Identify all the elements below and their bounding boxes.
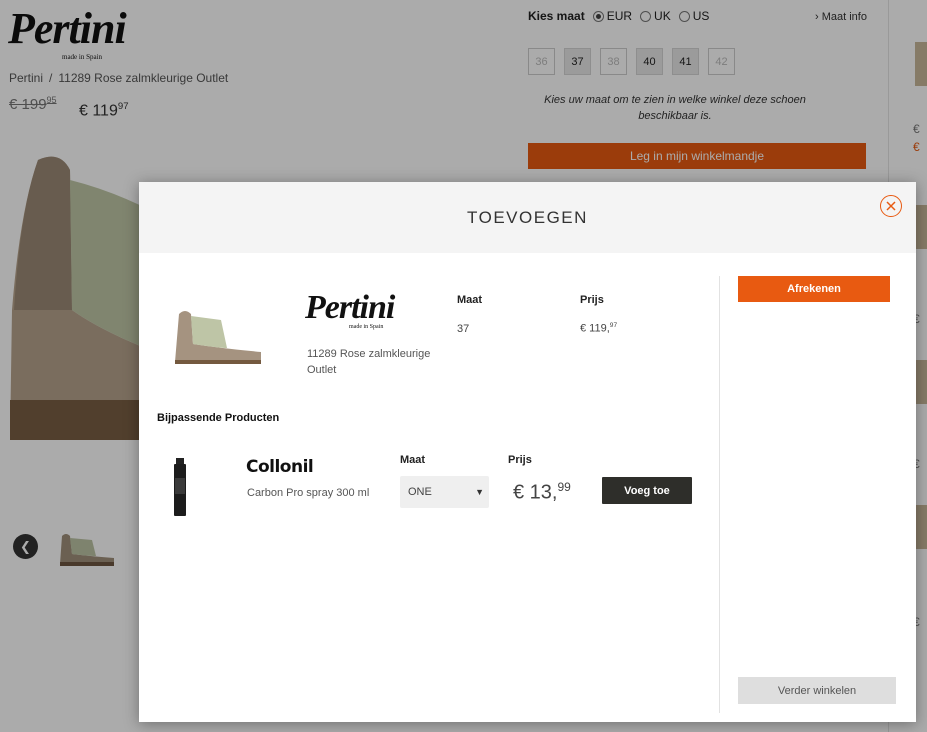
added-maat-value: 37 xyxy=(457,323,470,335)
added-product-brand-logo: Pertini made in Spain xyxy=(305,289,395,331)
related-price-label: Prijs xyxy=(508,454,532,466)
checkout-button[interactable]: Afrekenen xyxy=(738,276,890,302)
modal-title: TOEVOEGEN xyxy=(467,207,588,227)
added-price-label: Prijs xyxy=(580,294,604,306)
added-price-value: € 119,97 xyxy=(580,322,618,335)
related-product-name: Carbon Pro spray 300 ml xyxy=(247,487,370,499)
add-to-cart-modal: TOEVOEGEN Pertini made in Spain 11289 Ro… xyxy=(139,182,916,722)
added-maat-label: Maat xyxy=(457,294,483,306)
modal-header: TOEVOEGEN xyxy=(139,182,916,253)
continue-shopping-button[interactable]: Verder winkelen xyxy=(738,677,896,704)
related-product-brand-logo: Collonil xyxy=(246,457,314,477)
added-product-image xyxy=(175,311,261,364)
added-product-name: 11289 Rose zalmkleurige Outlet xyxy=(307,348,431,376)
close-icon xyxy=(886,201,896,211)
add-related-button[interactable]: Voeg toe xyxy=(602,477,692,504)
related-product-image xyxy=(174,458,186,516)
close-button[interactable] xyxy=(880,195,902,217)
related-maat-select[interactable]: ONE ▼ xyxy=(400,476,489,508)
modal-divider xyxy=(719,276,720,713)
caret-down-icon: ▼ xyxy=(475,487,484,497)
related-price-value: € 13,99 xyxy=(513,480,571,504)
related-products-title: Bijpassende Producten xyxy=(157,412,280,424)
related-maat-label: Maat xyxy=(400,454,426,466)
